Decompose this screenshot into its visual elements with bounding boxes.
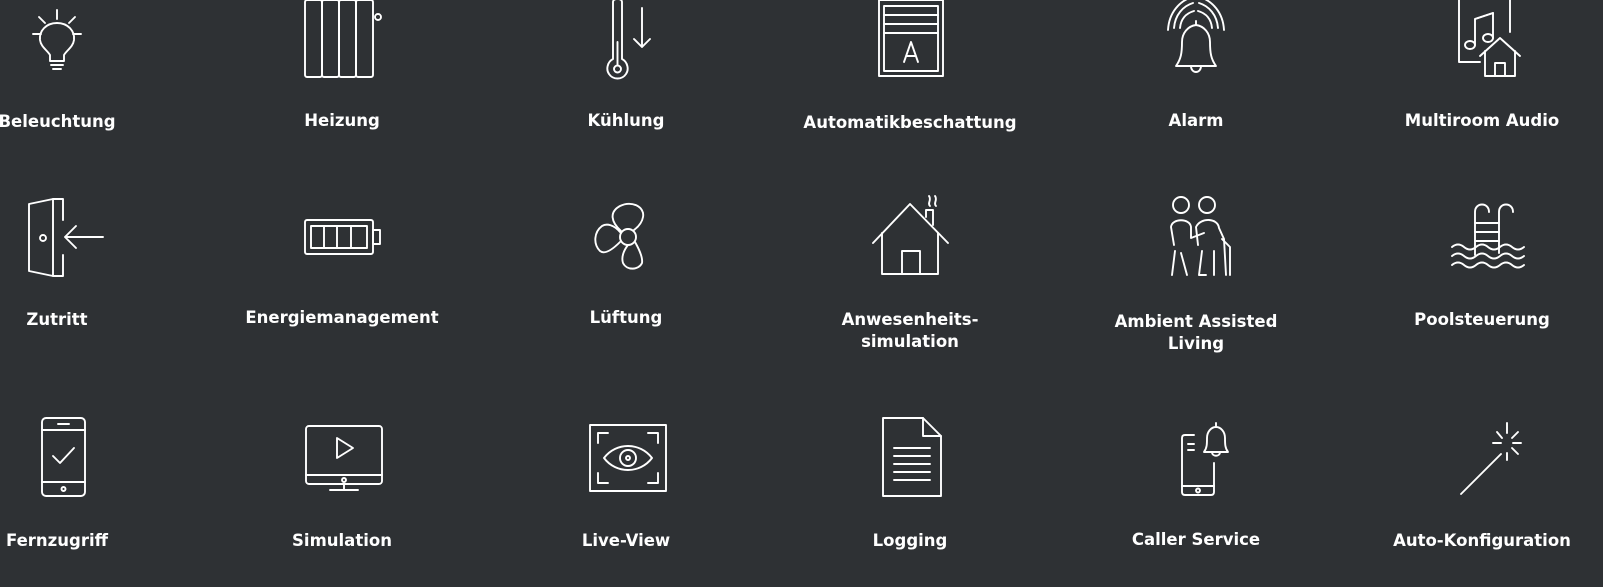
feature-label: Auto-Konfiguration bbox=[1393, 531, 1571, 550]
feature-tile-energiemanagement: Energiemanagement bbox=[232, 187, 452, 357]
thermometer-down-icon bbox=[606, 0, 651, 80]
eye-camera-icon bbox=[589, 424, 667, 492]
feature-tile-ambient-assisted-living: Ambient Assisted Living bbox=[1086, 187, 1306, 357]
magic-wand-icon bbox=[1460, 422, 1522, 495]
feature-label-line2: Living bbox=[1167, 334, 1225, 353]
feature-tile-automatikbeschattung: Automatikbeschattung bbox=[800, 0, 1020, 160]
feature-tile-fernzugriff: Fernzugriff bbox=[0, 408, 167, 578]
feature-label: Logging bbox=[872, 531, 948, 550]
feature-label-line2: simulation bbox=[861, 332, 959, 351]
feature-label: Energiemanagement bbox=[245, 308, 439, 327]
feature-tile-logging: Logging bbox=[800, 408, 1020, 578]
door-entry-icon bbox=[28, 198, 104, 277]
phone-bell-icon bbox=[1181, 422, 1229, 496]
feature-tile-caller-service: Caller Service bbox=[1086, 408, 1306, 578]
feature-tile-poolsteuerung: Poolsteuerung bbox=[1372, 187, 1592, 357]
music-house-icon bbox=[1458, 0, 1521, 77]
window-shade-icon bbox=[878, 0, 944, 77]
feature-label: Multiroom Audio bbox=[1404, 111, 1560, 130]
elderly-assist-icon bbox=[1170, 196, 1231, 276]
feature-tile-live-view: Live-View bbox=[516, 408, 736, 578]
radiator-icon bbox=[304, 0, 382, 78]
feature-tile-lueftung: Lüftung bbox=[516, 187, 736, 357]
monitor-play-icon bbox=[305, 425, 383, 491]
house-chimney-icon bbox=[872, 195, 949, 275]
feature-tile-zutritt: Zutritt bbox=[0, 187, 167, 357]
pool-ladder-icon bbox=[1451, 203, 1525, 269]
feature-label: Ambient Assisted bbox=[1114, 312, 1278, 331]
feature-label: Fernzugriff bbox=[6, 531, 108, 550]
feature-tile-multiroom-audio: Multiroom Audio bbox=[1372, 0, 1592, 160]
feature-tile-auto-konfiguration: Auto-Konfiguration bbox=[1372, 408, 1592, 578]
feature-grid: Beleuchtung Heizung Kühlung Automatikbes… bbox=[0, 0, 1603, 587]
feature-tile-simulation: Simulation bbox=[232, 408, 452, 578]
feature-tile-alarm: Alarm bbox=[1086, 0, 1306, 160]
feature-label: Heizung bbox=[304, 111, 380, 130]
feature-label: Automatikbeschattung bbox=[803, 113, 1017, 132]
light-bulb-icon bbox=[32, 9, 82, 70]
feature-label: Alarm bbox=[1168, 111, 1224, 130]
phone-check-icon bbox=[41, 417, 86, 497]
feature-tile-beleuchtung: Beleuchtung bbox=[0, 0, 167, 160]
battery-icon bbox=[304, 219, 381, 255]
document-icon bbox=[882, 417, 942, 497]
feature-label: Caller Service bbox=[1131, 530, 1261, 549]
feature-label: Anwesenheits- bbox=[841, 310, 979, 329]
feature-label: Beleuchtung bbox=[0, 112, 116, 131]
feature-label: Zutritt bbox=[26, 310, 88, 329]
feature-tile-heizung: Heizung bbox=[232, 0, 452, 160]
feature-tile-anwesenheitssimulation: Anwesenheits- simulation bbox=[800, 187, 1020, 357]
feature-label: Kühlung bbox=[587, 111, 665, 130]
feature-label: Simulation bbox=[292, 531, 392, 550]
feature-label: Live-View bbox=[581, 531, 671, 550]
feature-label: Poolsteuerung bbox=[1414, 310, 1550, 329]
alarm-bell-icon bbox=[1167, 0, 1225, 73]
feature-label: Lüftung bbox=[589, 308, 663, 327]
fan-icon bbox=[594, 202, 645, 270]
feature-tile-kuehlung: Kühlung bbox=[516, 0, 736, 160]
